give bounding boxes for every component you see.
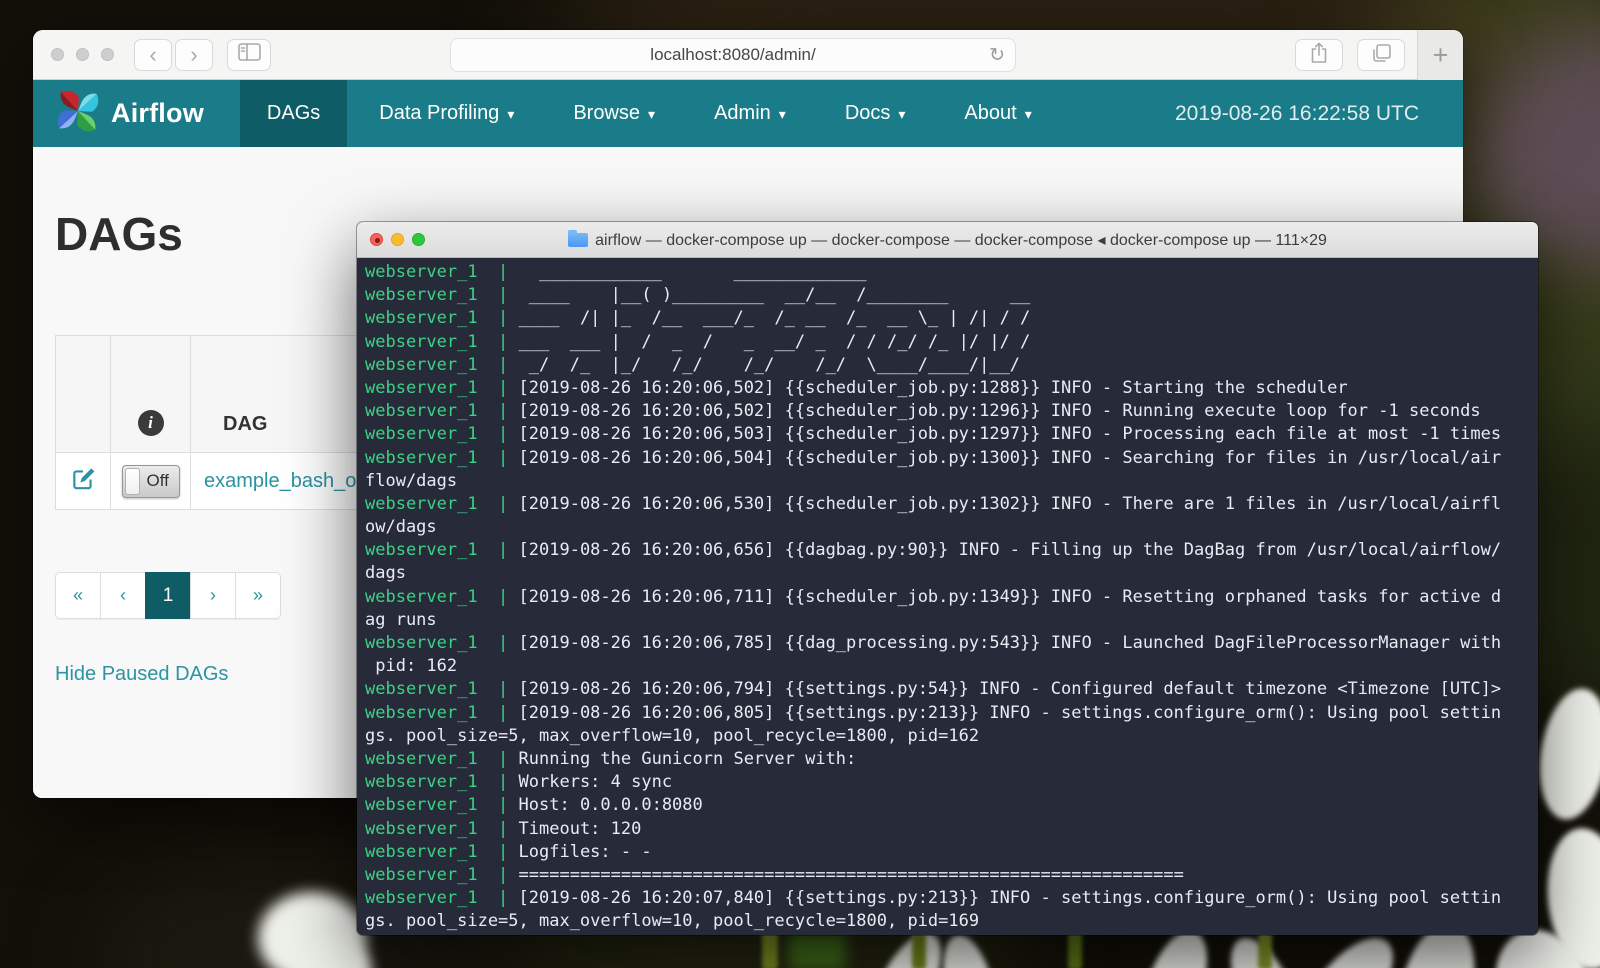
terminal-line: webserver_1 | Workers: 4 sync xyxy=(365,771,1538,794)
minimize-button[interactable] xyxy=(76,48,89,61)
terminal-title: airflow — docker-compose up — docker-com… xyxy=(595,230,1327,250)
terminal-line: webserver_1 | _/ /_ |_/ /_/ /_/ /_/ \___… xyxy=(365,354,1538,377)
pagination-last[interactable]: » xyxy=(235,572,281,619)
nav-item-docs[interactable]: Docs ▾ xyxy=(818,80,933,147)
utc-clock: 2019-08-26 16:22:58 UTC xyxy=(1175,80,1463,147)
terminal-zoom-button[interactable] xyxy=(412,233,425,246)
toggle-state-label: Off xyxy=(147,471,169,491)
terminal-line: flow/dags xyxy=(365,470,1538,493)
chevron-down-icon: ▾ xyxy=(507,106,514,123)
airflow-brand[interactable]: Airflow xyxy=(33,80,222,147)
nav-item-browse[interactable]: Browse ▾ xyxy=(546,80,682,147)
airflow-logo-icon xyxy=(53,86,103,141)
folder-icon xyxy=(568,233,588,247)
pagination-page-1[interactable]: 1 xyxy=(145,572,191,619)
terminal-line: webserver_1 | [2019-08-26 16:20:06,502] … xyxy=(365,377,1538,400)
terminal-line: webserver_1 | ___ ___ | / _ / _ __/ _ / … xyxy=(365,331,1538,354)
pagination-first[interactable]: « xyxy=(55,572,101,619)
terminal-line: webserver_1 | Running the Gunicorn Serve… xyxy=(365,748,1538,771)
terminal-line: webserver_1 | ____ /| |_ /__ ___/_ /_ __… xyxy=(365,307,1538,330)
refresh-icon[interactable]: ↻ xyxy=(989,44,1005,67)
terminal-line: webserver_1 | [2019-08-26 16:20:06,530] … xyxy=(365,493,1538,516)
plus-icon: + xyxy=(1433,40,1449,71)
forward-icon: › xyxy=(190,42,197,68)
pagination-prev[interactable]: ‹ xyxy=(100,572,146,619)
browser-titlebar: ‹ › localhost:8080/admin/ ↻ xyxy=(33,30,1463,80)
terminal-line: gs. pool_size=5, max_overflow=10, pool_r… xyxy=(365,725,1538,748)
close-button[interactable] xyxy=(51,48,64,61)
nav-item-data-profiling[interactable]: Data Profiling ▾ xyxy=(352,80,541,147)
sidebar-button[interactable] xyxy=(227,39,271,71)
terminal-line: webserver_1 | ==========================… xyxy=(365,864,1538,887)
terminal-line: webserver_1 | [2019-08-26 16:20:07,840] … xyxy=(365,887,1538,910)
terminal-window-controls xyxy=(370,233,425,246)
zoom-button[interactable] xyxy=(101,48,114,61)
terminal-line: webserver_1 | [2019-08-26 16:20:06,805] … xyxy=(365,702,1538,725)
terminal-line: ow/dags xyxy=(365,516,1538,539)
back-button[interactable]: ‹ xyxy=(134,39,172,71)
dag-pause-toggle[interactable]: Off xyxy=(122,465,180,498)
terminal-titlebar: airflow — docker-compose up — docker-com… xyxy=(357,222,1538,258)
pagination: « ‹ 1 › » xyxy=(55,572,281,619)
terminal-log[interactable]: webserver_1 | ____________ _____________… xyxy=(357,258,1538,933)
terminal-line: webserver_1 | Host: 0.0.0.0:8080 xyxy=(365,794,1538,817)
new-tab-button[interactable]: + xyxy=(1417,30,1463,80)
sidebar-icon xyxy=(238,43,261,66)
terminal-line: webserver_1 | Logfiles: - - xyxy=(365,841,1538,864)
terminal-line: webserver_1 | [2019-08-26 16:20:06,785] … xyxy=(365,632,1538,655)
brand-name: Airflow xyxy=(111,98,204,129)
address-bar[interactable]: localhost:8080/admin/ ↻ xyxy=(450,38,1016,72)
toggle-knob xyxy=(125,468,140,495)
hide-paused-dags-link[interactable]: Hide Paused DAGs xyxy=(55,663,228,686)
url-text: localhost:8080/admin/ xyxy=(650,45,815,65)
nav-item-dags[interactable]: DAGs xyxy=(240,80,347,147)
terminal-line: webserver_1 | ____________ _____________ xyxy=(365,261,1538,284)
terminal-line: webserver_1 | [2019-08-26 16:20:06,503] … xyxy=(365,423,1538,446)
chevron-down-icon: ▾ xyxy=(779,106,786,123)
chevron-down-icon: ▾ xyxy=(898,106,905,123)
airflow-navbar: Airflow DAGs Data Profiling ▾ Browse ▾ A… xyxy=(33,80,1463,147)
terminal-line: webserver_1 | ____ |__( )_________ __/__… xyxy=(365,284,1538,307)
terminal-line: ag runs xyxy=(365,609,1538,632)
terminal-line: dags xyxy=(365,562,1538,585)
forward-button[interactable]: › xyxy=(175,39,213,71)
chevron-down-icon: ▾ xyxy=(1025,106,1032,123)
terminal-line: webserver_1 | [2019-08-26 16:20:06,504] … xyxy=(365,447,1538,470)
terminal-line: webserver_1 | [2019-08-26 16:20:06,711] … xyxy=(365,586,1538,609)
nav-item-admin[interactable]: Admin ▾ xyxy=(687,80,813,147)
pagination-next[interactable]: › xyxy=(190,572,236,619)
tabs-icon xyxy=(1370,43,1392,68)
back-icon: ‹ xyxy=(149,42,156,68)
share-button[interactable] xyxy=(1295,39,1343,71)
info-icon: i xyxy=(138,410,164,436)
terminal-line: webserver_1 | [2019-08-26 16:20:06,656] … xyxy=(365,539,1538,562)
terminal-line: pid: 162 xyxy=(365,655,1538,678)
terminal-window: airflow — docker-compose up — docker-com… xyxy=(357,222,1538,935)
terminal-line: webserver_1 | Timeout: 120 xyxy=(365,818,1538,841)
edit-dag-icon[interactable] xyxy=(70,466,96,497)
nav-item-about[interactable]: About ▾ xyxy=(937,80,1058,147)
terminal-close-button[interactable] xyxy=(370,233,383,246)
terminal-line: webserver_1 | [2019-08-26 16:20:06,794] … xyxy=(365,678,1538,701)
tabs-button[interactable] xyxy=(1357,39,1405,71)
share-icon xyxy=(1309,41,1329,70)
terminal-line: gs. pool_size=5, max_overflow=10, pool_r… xyxy=(365,910,1538,933)
terminal-minimize-button[interactable] xyxy=(391,233,404,246)
terminal-line: webserver_1 | [2019-08-26 16:20:06,502] … xyxy=(365,400,1538,423)
window-controls xyxy=(51,48,114,61)
chevron-down-icon: ▾ xyxy=(648,106,655,123)
